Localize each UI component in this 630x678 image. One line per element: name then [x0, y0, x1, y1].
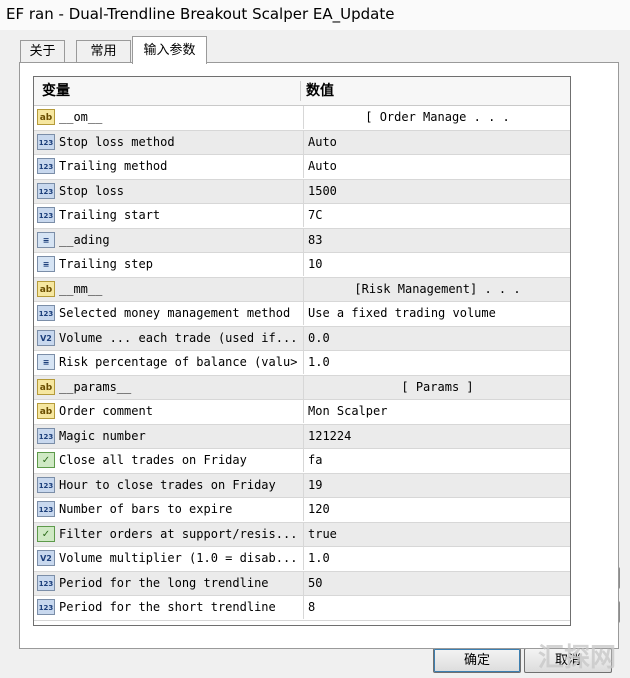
parameter-value[interactable]: 1.0: [303, 547, 567, 570]
parameter-row[interactable]: 123 Stop loss method Auto: [34, 130, 570, 155]
column-header-variable[interactable]: 变量: [42, 77, 70, 105]
parameter-name: Filter orders at support/resis...: [59, 526, 297, 541]
parameter-name: Close all trades on Friday: [59, 453, 247, 467]
parameter-value[interactable]: 19: [303, 473, 567, 497]
parameter-row[interactable]: ab __om__ [ Order Manage . . .: [34, 106, 570, 131]
parameter-value[interactable]: 121224: [303, 424, 567, 448]
parameter-value[interactable]: 83: [303, 228, 567, 252]
parameter-value[interactable]: [ Order Manage . . .: [303, 106, 567, 129]
parameter-value[interactable]: 7C: [303, 204, 567, 227]
integer-type-icon: 123: [37, 305, 55, 321]
enum-type-icon: ≡: [37, 354, 55, 370]
integer-type-icon: 123: [37, 133, 55, 150]
parameter-name: Stop loss method: [59, 134, 175, 149]
parameter-value[interactable]: 1500: [303, 179, 567, 203]
parameter-name: Hour to close trades on Friday: [59, 477, 276, 492]
parameter-name: Order comment: [59, 404, 153, 418]
integer-type-icon: 123: [37, 158, 55, 174]
parameter-value[interactable]: 1.0: [303, 351, 567, 374]
string-type-icon: ab: [37, 280, 55, 297]
parameter-row[interactable]: 123 Trailing start 7C: [34, 204, 570, 229]
integer-type-icon: 123: [37, 207, 55, 223]
parameter-name: Risk percentage of balance (valu>: [59, 355, 297, 369]
enum-type-icon: ≡: [37, 231, 55, 248]
parameter-value[interactable]: [ Params ]: [303, 375, 567, 399]
integer-type-icon: 123: [37, 501, 55, 517]
parameter-name: Stop loss: [59, 183, 125, 198]
parameter-name: Volume multiplier (1.0 = disab...: [59, 551, 297, 565]
parameter-value[interactable]: 8: [303, 596, 567, 619]
parameter-value[interactable]: 0.0: [303, 326, 567, 350]
parameter-row[interactable]: 123 Period for the short trendline 8: [34, 596, 570, 621]
parameter-row[interactable]: ab __params__ [ Params ]: [34, 375, 570, 400]
parameter-row[interactable]: 123 Stop loss 1500: [34, 179, 570, 204]
integer-type-icon: 123: [37, 427, 55, 444]
grid-header: 变量 数值: [34, 77, 570, 106]
parameter-value[interactable]: 120: [303, 498, 567, 521]
parameter-row[interactable]: ab __mm__ [Risk Management] . . .: [34, 277, 570, 302]
parameter-row[interactable]: V2 Volume multiplier (1.0 = disab... 1.0: [34, 547, 570, 572]
column-separator[interactable]: [300, 81, 301, 101]
parameter-name: Number of bars to expire: [59, 502, 233, 516]
title-bar: EF ran - Dual-Trendline Breakout Scalper…: [0, 0, 630, 30]
parameter-name: __mm__: [59, 281, 103, 296]
parameter-row[interactable]: ✓ Filter orders at support/resis... true: [34, 522, 570, 547]
tab-common[interactable]: 常用: [76, 40, 131, 63]
parameter-row[interactable]: ≡ Trailing step 10: [34, 253, 570, 278]
parameter-value[interactable]: Use a fixed trading volume: [303, 302, 567, 325]
parameters-grid: 变量 数值 ab __om__ [ Order Manage . . . 123 Sto…: [33, 76, 571, 626]
integer-type-icon: 123: [37, 476, 55, 493]
parameter-value[interactable]: Auto: [303, 130, 567, 154]
parameter-name: Trailing method: [59, 159, 168, 173]
string-type-icon: ab: [37, 378, 55, 395]
parameter-value[interactable]: 50: [303, 571, 567, 595]
parameter-value[interactable]: Auto: [303, 155, 567, 178]
parameter-row[interactable]: ab Order comment Mon Scalper: [34, 400, 570, 425]
parameter-name: Period for the short trendline: [59, 600, 276, 614]
parameter-row[interactable]: 123 Period for the long trendline 50: [34, 571, 570, 596]
boolean-type-icon: ✓: [37, 452, 55, 468]
string-type-icon: ab: [37, 403, 55, 419]
double-type-icon: V2: [37, 550, 55, 566]
integer-type-icon: 123: [37, 574, 55, 591]
enum-type-icon: ≡: [37, 256, 55, 272]
integer-type-icon: 123: [37, 182, 55, 199]
parameter-value[interactable]: fa: [303, 449, 567, 472]
parameter-row[interactable]: 123 Magic number 121224: [34, 424, 570, 449]
parameter-row[interactable]: 123 Number of bars to expire 120: [34, 498, 570, 523]
column-header-value[interactable]: 数值: [306, 77, 334, 105]
parameter-row[interactable]: 123 Selected money management method Use a…: [34, 302, 570, 327]
parameter-value[interactable]: [Risk Management] . . .: [303, 277, 567, 301]
integer-type-icon: 123: [37, 599, 55, 615]
parameter-name: __ading: [59, 232, 110, 247]
parameter-name: Selected money management method: [59, 306, 291, 320]
tab-about[interactable]: 关于: [20, 40, 65, 63]
string-type-icon: ab: [37, 109, 55, 125]
watermark-logo: 汇探网: [537, 643, 616, 673]
parameter-value[interactable]: 10: [303, 253, 567, 276]
tab-input-parameters[interactable]: 输入参数: [132, 36, 207, 64]
parameter-name: Trailing step: [59, 257, 153, 271]
parameter-name: __om__: [59, 110, 103, 124]
parameter-value[interactable]: true: [303, 522, 567, 546]
parameter-row[interactable]: ≡ Risk percentage of balance (valu> 1.0: [34, 351, 570, 376]
parameter-name: __params__: [59, 379, 132, 394]
parameter-name: Volume ... each trade (used if...: [59, 330, 297, 345]
parameter-name: Trailing start: [59, 208, 161, 222]
window-title: EF ran - Dual-Trendline Breakout Scalper…: [6, 5, 395, 23]
parameter-name: Period for the long trendline: [59, 575, 269, 590]
parameter-row[interactable]: 123 Trailing method Auto: [34, 155, 570, 180]
double-type-icon: V2: [37, 329, 55, 346]
parameter-row[interactable]: ≡ __ading 83: [34, 228, 570, 253]
parameter-row[interactable]: 123 Hour to close trades on Friday 19: [34, 473, 570, 498]
boolean-type-icon: ✓: [37, 525, 55, 542]
ok-button[interactable]: 确定: [433, 648, 521, 673]
parameter-value[interactable]: Mon Scalper: [303, 400, 567, 423]
parameter-name: Magic number: [59, 428, 146, 443]
parameter-row[interactable]: ✓ Close all trades on Friday fa: [34, 449, 570, 474]
parameter-row[interactable]: V2 Volume ... each trade (used if... 0.0: [34, 326, 570, 351]
